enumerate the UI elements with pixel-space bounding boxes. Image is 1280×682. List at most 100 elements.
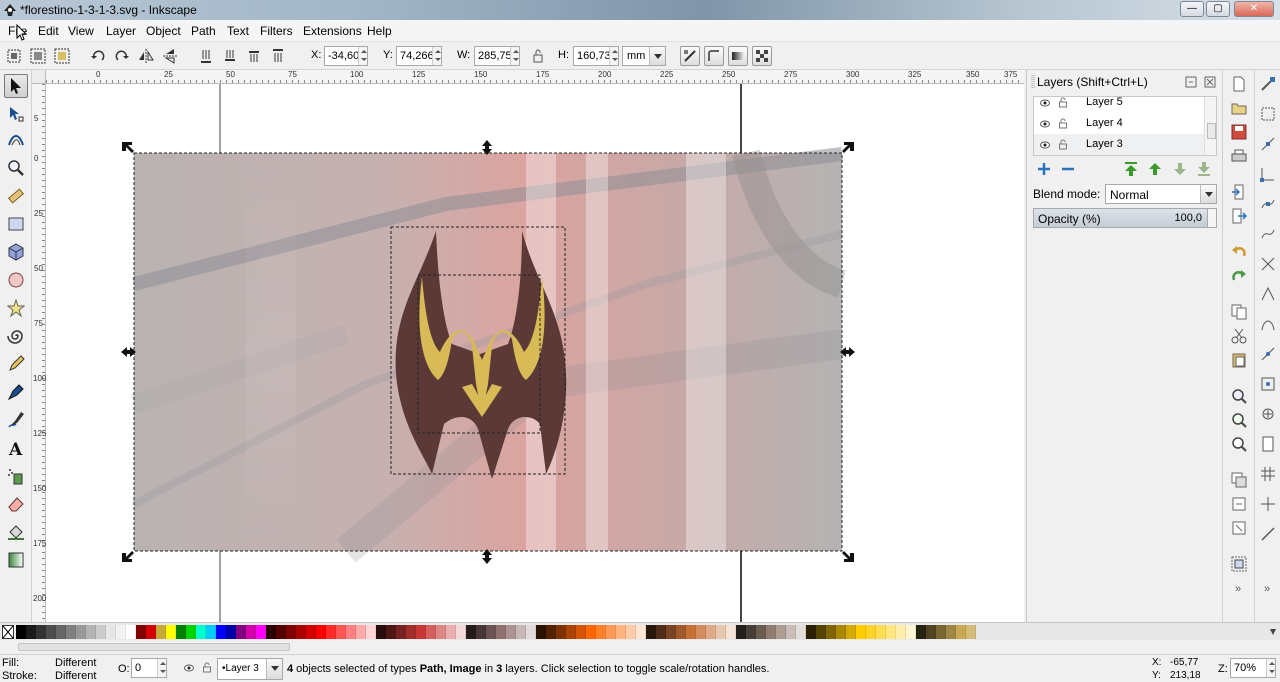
duplicate-icon[interactable]	[1229, 470, 1249, 490]
palette-swatch[interactable]	[906, 625, 916, 639]
palette-swatch[interactable]	[956, 625, 966, 639]
snap-bbox-icon[interactable]	[1258, 104, 1278, 124]
spray-tool-icon[interactable]	[4, 464, 28, 488]
palette-swatch[interactable]	[186, 625, 196, 639]
dock-grip-icon[interactable]	[1031, 75, 1035, 89]
snap-midpoints-icon[interactable]	[1258, 344, 1278, 364]
add-layer-icon[interactable]	[1037, 162, 1051, 176]
palette-swatch[interactable]	[436, 625, 446, 639]
visibility-eye-icon[interactable]	[1040, 120, 1050, 128]
palette-swatch[interactable]	[776, 625, 786, 639]
palette-swatch[interactable]	[46, 625, 56, 639]
palette-swatch[interactable]	[16, 625, 26, 639]
menu-path[interactable]: Path	[191, 24, 216, 38]
tweak-tool-icon[interactable]	[4, 128, 28, 152]
palette-swatch[interactable]	[456, 625, 466, 639]
palette-swatch[interactable]	[606, 625, 616, 639]
palette-swatch[interactable]	[386, 625, 396, 639]
palette-swatch[interactable]	[476, 625, 486, 639]
palette-swatch[interactable]	[936, 625, 946, 639]
x-input[interactable]: -34,603	[324, 46, 368, 66]
snap-enable-icon[interactable]	[1258, 74, 1278, 94]
snap-centers-icon[interactable]	[1258, 374, 1278, 394]
palette-swatch[interactable]	[496, 625, 506, 639]
palette-swatch[interactable]	[636, 625, 646, 639]
palette-swatch[interactable]	[406, 625, 416, 639]
cut-icon[interactable]	[1229, 326, 1249, 346]
palette-swatch[interactable]	[76, 625, 86, 639]
palette-swatch[interactable]	[726, 625, 736, 639]
palette-swatch[interactable]	[286, 625, 296, 639]
lower-icon[interactable]	[220, 46, 240, 66]
paste-icon[interactable]	[1229, 350, 1249, 370]
h-input[interactable]: 160,734	[573, 46, 619, 66]
zoom-selection-icon[interactable]	[1229, 386, 1249, 406]
palette-swatch[interactable]	[836, 625, 846, 639]
palette-swatch[interactable]	[296, 625, 306, 639]
menu-extensions[interactable]: Extensions	[303, 24, 362, 38]
snap-page-border-icon[interactable]	[1258, 434, 1278, 454]
iconify-dialog-icon[interactable]	[1185, 76, 1197, 88]
palette-swatch[interactable]	[596, 625, 606, 639]
palette-swatches[interactable]	[16, 625, 976, 639]
palette-swatch[interactable]	[686, 625, 696, 639]
spiral-tool-icon[interactable]	[4, 324, 28, 348]
zoom-tool-icon[interactable]	[4, 156, 28, 180]
palette-swatch[interactable]	[366, 625, 376, 639]
layer-row[interactable]: Layer 5	[1034, 97, 1204, 113]
object-opacity-input[interactable]: 0	[131, 658, 167, 678]
group-icon[interactable]	[1229, 554, 1249, 574]
palette-swatch[interactable]	[166, 625, 176, 639]
layer-lock-icon[interactable]	[202, 662, 212, 673]
palette-swatch[interactable]	[26, 625, 36, 639]
palette-swatch[interactable]	[536, 625, 546, 639]
palette-swatch[interactable]	[646, 625, 656, 639]
snap-rotation-center-icon[interactable]	[1258, 404, 1278, 424]
menu-object[interactable]: Object	[146, 24, 181, 38]
snap-smooth-icon[interactable]	[1258, 314, 1278, 334]
layer-row[interactable]: Layer 4	[1034, 113, 1204, 134]
lock-icon[interactable]	[1058, 139, 1068, 150]
clone-icon[interactable]	[1229, 494, 1249, 514]
visibility-eye-icon[interactable]	[1040, 141, 1050, 149]
snap-cusp-icon[interactable]	[1258, 284, 1278, 304]
unit-select[interactable]: mm	[622, 46, 666, 66]
menu-edit[interactable]: Edit	[38, 24, 59, 38]
selector-tool-icon[interactable]	[4, 74, 28, 98]
ellipse-tool-icon[interactable]	[4, 268, 28, 292]
snap-grid-icon[interactable]	[1258, 464, 1278, 484]
raise-to-top-icon[interactable]	[268, 46, 288, 66]
maximize-button[interactable]: ▢	[1206, 1, 1230, 17]
scale-patterns-toggle-icon[interactable]	[752, 46, 772, 66]
rectangle-tool-icon[interactable]	[4, 212, 28, 236]
palette-swatch[interactable]	[546, 625, 556, 639]
palette-swatch[interactable]	[666, 625, 676, 639]
palette-swatch[interactable]	[526, 625, 536, 639]
palette-swatch[interactable]	[656, 625, 666, 639]
palette-swatch[interactable]	[616, 625, 626, 639]
export-icon[interactable]	[1229, 206, 1249, 226]
palette-swatch[interactable]	[116, 625, 126, 639]
current-layer-select[interactable]: •Layer 3	[217, 658, 283, 680]
palette-swatch[interactable]	[336, 625, 346, 639]
blend-mode-select[interactable]: Normal	[1105, 184, 1217, 204]
layers-list[interactable]: Layer 5 Layer 4 Layer 3	[1033, 96, 1217, 156]
zoom-input[interactable]: 70%	[1230, 658, 1276, 678]
lock-proportions-icon[interactable]	[528, 46, 548, 66]
palette-swatch[interactable]	[376, 625, 386, 639]
measure-tool-icon[interactable]	[4, 184, 28, 208]
pen-tool-icon[interactable]	[4, 380, 28, 404]
horizontal-ruler[interactable]: 0 25 50 75 100 125 150 175 200 225 250 2…	[46, 70, 1024, 84]
snap-bbox-edges-icon[interactable]	[1258, 134, 1278, 154]
text-tool-icon[interactable]: A	[4, 436, 28, 460]
layers-scrollbar[interactable]	[1204, 97, 1216, 155]
visibility-eye-icon[interactable]	[1040, 99, 1050, 107]
stroke-value[interactable]: Different	[55, 670, 96, 682]
palette-swatch[interactable]	[126, 625, 136, 639]
palette-swatch[interactable]	[806, 625, 816, 639]
palette-swatch[interactable]	[896, 625, 906, 639]
raise-layer-to-top-icon[interactable]	[1123, 161, 1139, 177]
zoom-page-icon[interactable]	[1229, 434, 1249, 454]
print-icon[interactable]	[1229, 146, 1249, 166]
palette-swatch[interactable]	[426, 625, 436, 639]
